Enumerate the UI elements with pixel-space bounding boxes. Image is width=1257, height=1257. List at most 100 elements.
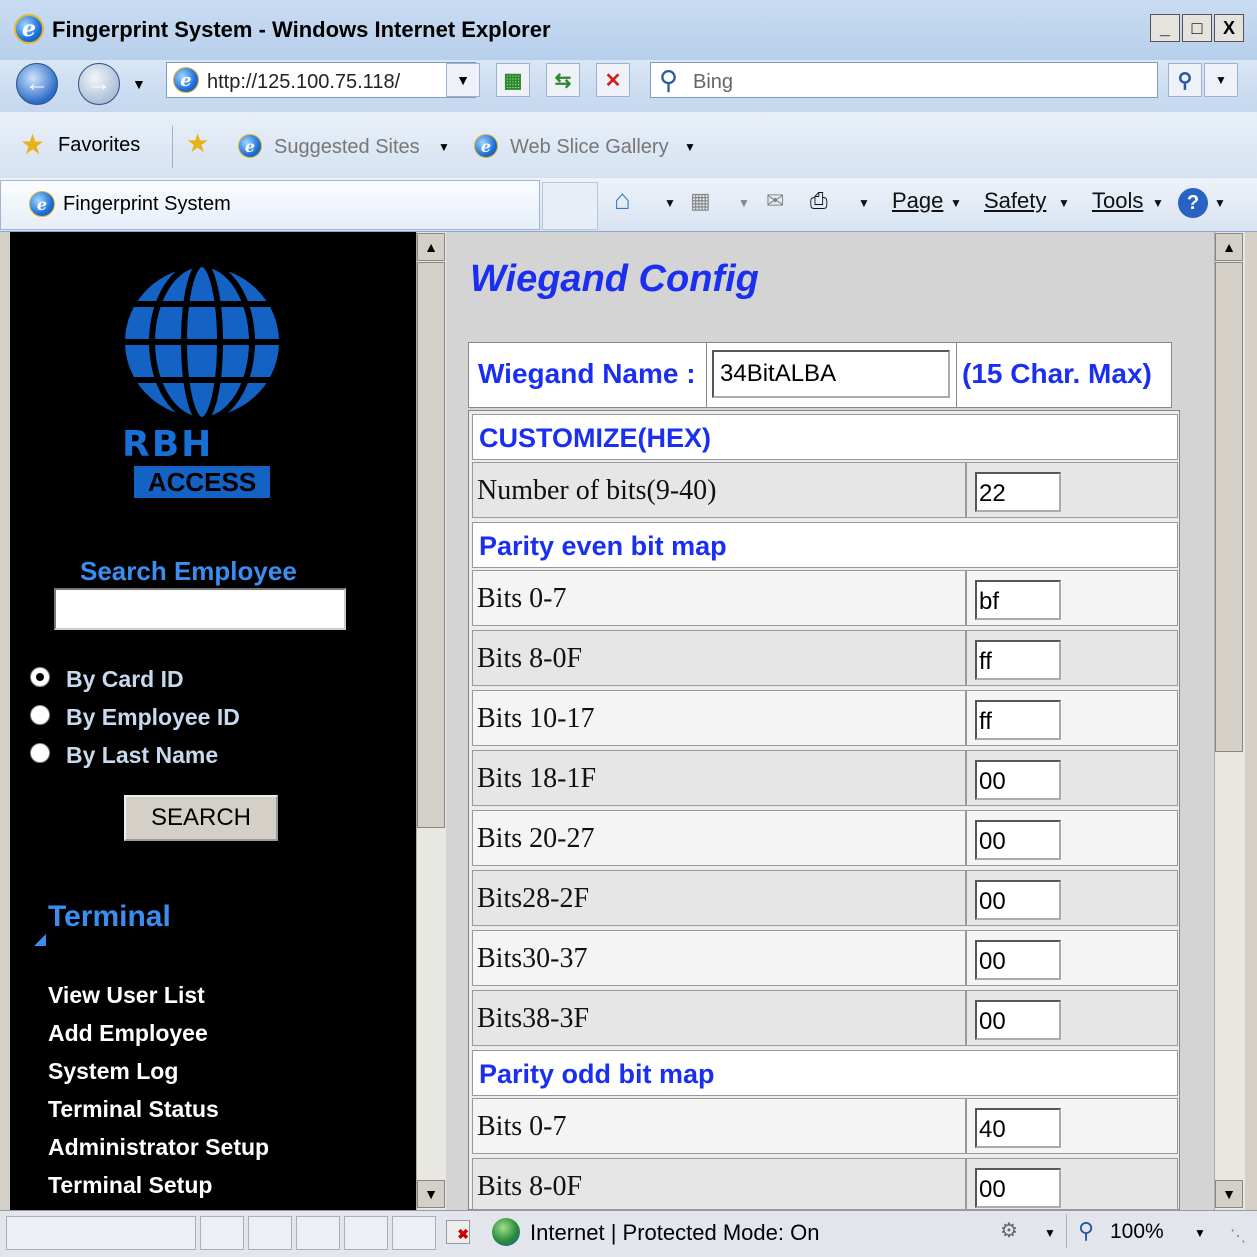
even-bits-input[interactable]: 00 <box>975 880 1061 920</box>
even-bits-input[interactable]: 00 <box>975 940 1061 980</box>
table-cell: 00 <box>966 750 1178 806</box>
odd-bits-input[interactable]: 40 <box>975 1108 1061 1148</box>
menu-view-user-list[interactable]: View User List <box>48 982 205 1009</box>
main-scroll-down-icon[interactable]: ▼ <box>1215 1180 1243 1208</box>
even-bits-input[interactable]: 00 <box>975 1000 1061 1040</box>
ie-logo-icon: e <box>14 14 44 44</box>
num-bits-input[interactable]: 22 <box>975 472 1061 512</box>
search-box[interactable]: ⚲ Bing <box>650 62 1158 98</box>
tools-menu[interactable]: Tools <box>1092 188 1143 214</box>
home-icon[interactable]: ⌂ <box>614 184 631 216</box>
web-slice-icon: e <box>474 134 498 158</box>
add-favorites-icon[interactable]: ★ <box>186 128 209 159</box>
wiegand-name-input[interactable]: 34BitALBA <box>712 350 950 398</box>
favorites-button[interactable]: Favorites <box>58 134 140 157</box>
search-options-dropdown[interactable]: ▼ <box>1204 63 1238 97</box>
even-bits-label: Bits 18-1F <box>477 763 597 794</box>
page-menu[interactable]: Page <box>892 188 943 214</box>
table-cell: 00 <box>966 810 1178 866</box>
radio-by-card-id[interactable] <box>30 667 50 687</box>
parity-odd-header-row: Parity odd bit map <box>472 1050 1178 1096</box>
parity-even-header-row: Parity even bit map <box>472 522 1178 568</box>
table-cell: 00 <box>966 1158 1178 1210</box>
web-slice-dropdown-icon[interactable]: ▼ <box>684 140 696 154</box>
search-input[interactable]: Bing <box>693 71 733 94</box>
status-segment <box>200 1216 244 1250</box>
terminal-section-title: Terminal <box>48 900 171 933</box>
feeds-icon[interactable]: ▦ <box>690 188 711 214</box>
table-row: Bits30-37 <box>472 930 966 986</box>
zoom-level[interactable]: 100% <box>1110 1220 1164 1244</box>
menu-terminal-setup[interactable]: Terminal Setup <box>48 1172 212 1199</box>
suggested-sites-dropdown-icon[interactable]: ▼ <box>438 140 450 154</box>
menu-terminal-status[interactable]: Terminal Status <box>48 1096 219 1123</box>
odd-bits-input[interactable]: 00 <box>975 1168 1061 1208</box>
stop-icon[interactable]: ✕ <box>596 63 630 97</box>
suggested-sites-link[interactable]: Suggested Sites <box>274 136 420 159</box>
web-slice-gallery-link[interactable]: Web Slice Gallery <box>510 136 669 159</box>
refresh-icon[interactable]: ⇆ <box>546 63 580 97</box>
num-bits-row: Number of bits(9-40) <box>472 462 966 518</box>
menu-administrator-setup[interactable]: Administrator Setup <box>48 1134 269 1161</box>
radio-by-employee-id[interactable] <box>30 705 50 725</box>
print-icon[interactable]: ⎙ <box>810 188 828 214</box>
address-dropdown-button[interactable]: ▼ <box>446 63 480 97</box>
sidebar-scroll-thumb[interactable] <box>417 262 445 828</box>
table-row: Bits 18-1F <box>472 750 966 806</box>
menu-add-employee[interactable]: Add Employee <box>48 1020 208 1047</box>
employee-search-input[interactable] <box>54 588 346 630</box>
zoom-icon[interactable]: ⚲ <box>1078 1218 1094 1244</box>
table-cell: bf <box>966 570 1178 626</box>
toolbar-divider <box>172 126 173 168</box>
even-bits-input[interactable]: 00 <box>975 760 1061 800</box>
tab-fingerprint-system[interactable]: e Fingerprint System <box>0 180 540 230</box>
protected-mode-icon[interactable]: ⚙ <box>1000 1218 1018 1243</box>
maximize-button[interactable]: □ <box>1182 14 1212 42</box>
status-divider <box>1066 1214 1067 1248</box>
search-button[interactable]: SEARCH <box>124 795 278 841</box>
help-icon[interactable]: ? <box>1178 188 1208 218</box>
zone-dropdown-icon[interactable]: ▼ <box>1044 1226 1056 1240</box>
safety-menu-dropdown-icon: ▼ <box>1058 196 1070 210</box>
even-bits-input[interactable]: ff <box>975 700 1061 740</box>
zoom-dropdown-icon[interactable]: ▼ <box>1194 1226 1206 1240</box>
security-zone-text[interactable]: Internet | Protected Mode: On <box>530 1220 819 1246</box>
num-bits-cell: 22 <box>966 462 1178 518</box>
table-row: Bits28-2F <box>472 870 966 926</box>
page-icon: e <box>173 67 199 93</box>
even-bits-input[interactable]: bf <box>975 580 1061 620</box>
safety-menu[interactable]: Safety <box>984 188 1046 214</box>
table-row: Bits 0-7 <box>472 1098 966 1154</box>
main-scroll-up-icon[interactable]: ▲ <box>1215 233 1243 261</box>
mail-icon[interactable]: ✉ <box>766 188 784 214</box>
address-input[interactable]: http://125.100.75.118/ <box>207 71 400 94</box>
close-button[interactable]: X <box>1214 14 1244 42</box>
radio-by-last-name[interactable] <box>30 743 50 763</box>
forward-button[interactable]: → <box>78 63 120 105</box>
popup-blocked-icon[interactable]: ✖ <box>446 1220 470 1244</box>
main-scroll-thumb[interactable] <box>1215 262 1243 752</box>
feeds-dropdown-icon[interactable]: ▼ <box>738 196 750 210</box>
sidebar-scroll-down-icon[interactable]: ▼ <box>417 1180 445 1208</box>
radio-label-employee-id: By Employee ID <box>66 704 240 730</box>
print-dropdown-icon[interactable]: ▼ <box>858 196 870 210</box>
back-button[interactable]: ← <box>16 63 58 105</box>
tools-menu-dropdown-icon: ▼ <box>1152 196 1164 210</box>
logo-text: RBH <box>122 424 214 465</box>
status-segment <box>392 1216 436 1250</box>
menu-system-log[interactable]: System Log <box>48 1058 178 1085</box>
resize-grip-icon[interactable]: ⋱ <box>1230 1226 1246 1246</box>
compatibility-view-icon[interactable]: ▦ <box>496 63 530 97</box>
new-tab-button[interactable] <box>542 182 598 230</box>
search-go-icon[interactable]: ⚲ <box>1168 63 1202 97</box>
history-dropdown-icon[interactable]: ▼ <box>132 76 146 92</box>
help-dropdown-icon[interactable]: ▼ <box>1214 196 1226 210</box>
section-triangle-icon <box>34 934 46 946</box>
sidebar-scroll-up-icon[interactable]: ▲ <box>417 233 445 261</box>
even-bits-input[interactable]: ff <box>975 640 1061 680</box>
home-dropdown-icon[interactable]: ▼ <box>664 196 676 210</box>
address-bar[interactable]: e http://125.100.75.118/ <box>166 62 476 98</box>
even-bits-input[interactable]: 00 <box>975 820 1061 860</box>
minimize-button[interactable]: _ <box>1150 14 1180 42</box>
search-icon: ⚲ <box>659 65 679 95</box>
